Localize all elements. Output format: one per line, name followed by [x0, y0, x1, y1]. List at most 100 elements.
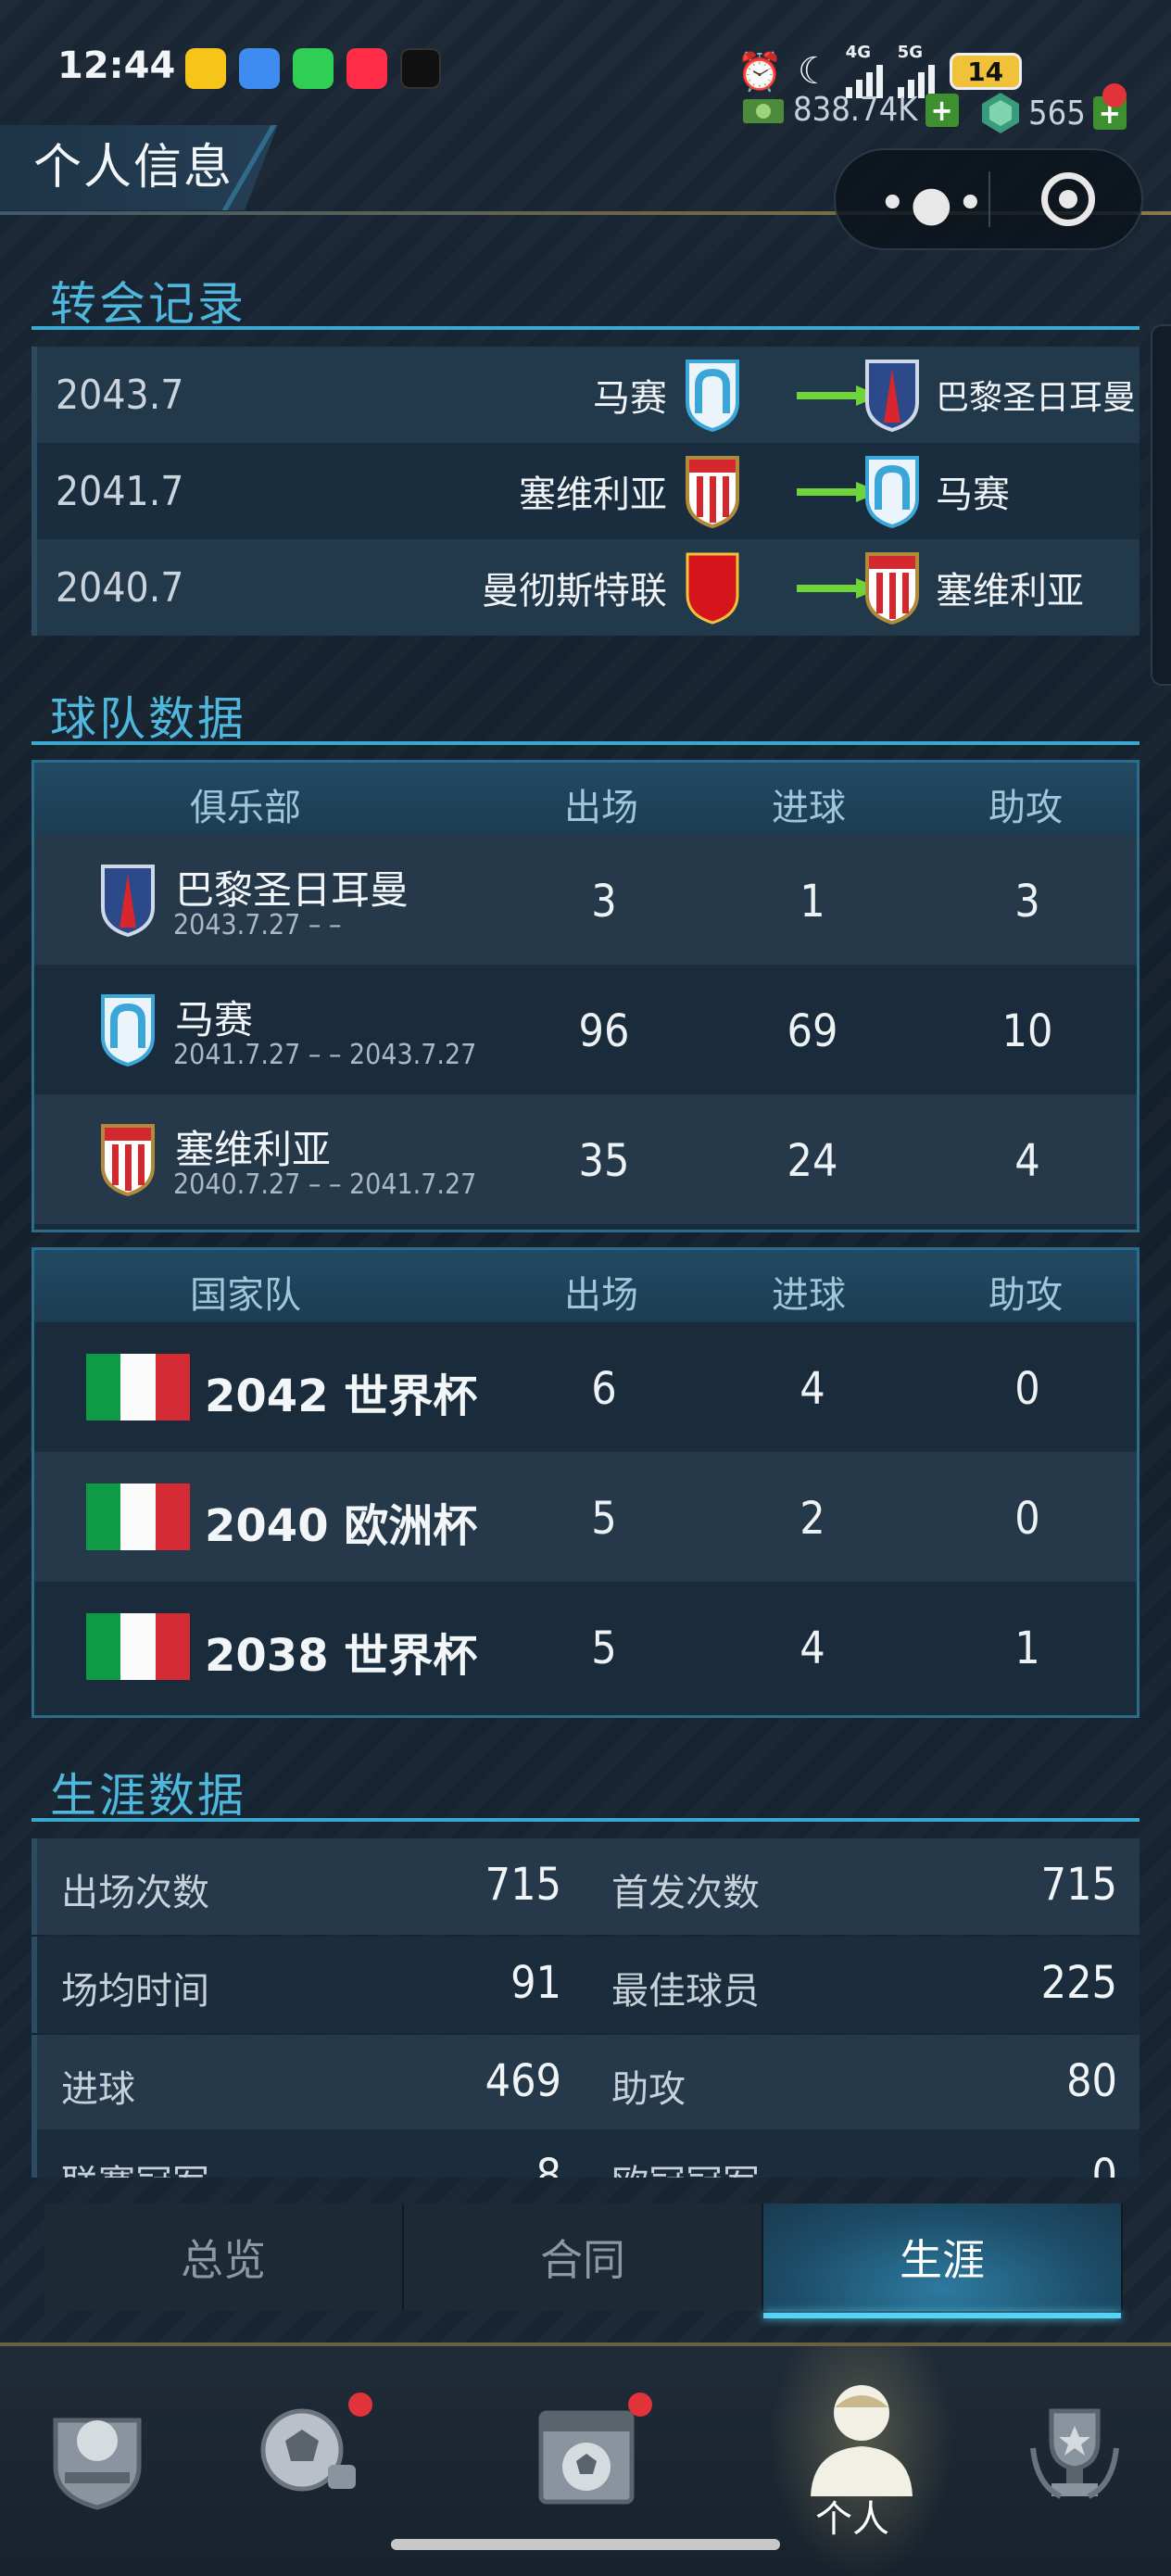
home-indicator[interactable] — [391, 2539, 780, 2550]
career-stat-cell: 助攻 80 — [587, 2035, 1134, 2131]
alarm-icon: ⏰ — [737, 50, 783, 94]
manutd-crest-icon — [686, 552, 739, 625]
career-stat-cell: 进球 469 — [31, 2035, 578, 2131]
nav-match-icon[interactable] — [239, 2383, 378, 2522]
club-assists: 3 — [1014, 876, 1040, 928]
app-icon-yellow — [185, 48, 226, 89]
national-goals: 2 — [800, 1493, 825, 1545]
tab-contract[interactable]: 合同 — [404, 2203, 763, 2311]
stat-label: 最佳球员 — [611, 1970, 760, 2013]
national-row[interactable]: 2040 欧洲杯 5 2 0 — [34, 1452, 1137, 1582]
tournament-name: 2038 世界杯 — [205, 1630, 478, 1682]
transfer-from-club: 塞维利亚 — [519, 474, 667, 516]
stat-label: 首发次数 — [611, 1872, 760, 1914]
tournament-name: 2040 欧洲杯 — [205, 1500, 478, 1552]
italy-flag-icon — [86, 1484, 190, 1550]
psg-crest-icon — [101, 865, 155, 937]
national-goals: 4 — [800, 1623, 825, 1674]
transfer-section-rule — [31, 326, 1140, 330]
stat-label: 助攻 — [611, 2068, 686, 2111]
stat-label: 联赛冠军 — [61, 2153, 209, 2178]
transfer-to-club: 马赛 — [936, 474, 1010, 516]
career-stat-cell: 联赛冠军 8 — [31, 2129, 578, 2178]
national-assists: 0 — [1014, 1363, 1040, 1415]
club-row[interactable]: 巴黎圣日耳曼 2043.7.27 – – 3 1 3 — [34, 835, 1137, 965]
transfer-date: 2043.7 — [56, 371, 184, 419]
stat-value: 0 — [1091, 2150, 1117, 2178]
club-assists: 10 — [1001, 1005, 1053, 1057]
national-assists: 1 — [1014, 1623, 1040, 1674]
transfer-row: 2041.7 塞维利亚 马赛 — [31, 443, 1140, 539]
header-club: 俱乐部 — [190, 787, 301, 829]
tournament-name: 2042 世界杯 — [205, 1370, 478, 1422]
moon-icon: ☾ — [797, 50, 831, 93]
notification-dot — [1102, 83, 1127, 107]
club-row[interactable]: 塞维利亚 2040.7.27 – – 2041.7.27 35 24 4 — [34, 1094, 1137, 1224]
national-row[interactable]: 2038 世界杯 5 4 1 — [34, 1582, 1137, 1711]
club-apps: 96 — [578, 1005, 630, 1057]
app-icon-red — [346, 48, 387, 89]
stat-value: 225 — [1040, 1957, 1117, 2009]
career-stat-row-clipped: 联赛冠军 8 欧冠冠军 0 — [31, 2122, 1140, 2178]
italy-flag-icon — [86, 1613, 190, 1680]
club-goals: 1 — [800, 876, 825, 928]
stat-label: 进球 — [61, 2068, 135, 2111]
nav-profile-label: 个人 — [815, 2498, 889, 2541]
club-apps: 35 — [578, 1135, 630, 1187]
app-icon-tiktok — [400, 48, 441, 89]
stat-label: 出场次数 — [61, 1872, 209, 1914]
stat-value: 715 — [485, 1859, 561, 1911]
more-menu-button[interactable]: •●• — [878, 176, 988, 232]
stat-value: 469 — [485, 2055, 561, 2107]
cash-currency[interactable]: 838.74K + — [741, 91, 959, 129]
nav-profile-icon[interactable] — [792, 2365, 931, 2504]
sevilla-crest-icon — [686, 456, 739, 528]
header-national-team: 国家队 — [190, 1274, 301, 1317]
club-dates: 2041.7.27 – – 2043.7.27 — [173, 1039, 477, 1071]
page-title: 个人信息 — [33, 140, 234, 196]
stat-label: 欧冠冠军 — [611, 2153, 760, 2178]
career-stat-cell: 欧冠冠军 0 — [587, 2129, 1134, 2178]
career-stat-row: 进球 469 助攻 80 — [31, 2035, 1140, 2131]
nav-trophy-icon[interactable] — [1005, 2383, 1144, 2522]
sevilla-crest-icon — [865, 552, 919, 625]
career-stat-row: 场均时间 91 最佳球员 225 — [31, 1937, 1140, 2033]
close-miniprogram-button[interactable] — [1041, 172, 1095, 226]
tab-overview[interactable]: 总览 — [44, 2203, 404, 2311]
transfer-to-club: 塞维利亚 — [936, 570, 1084, 612]
national-apps: 6 — [591, 1363, 617, 1415]
stat-label: 场均时间 — [61, 1970, 209, 2013]
club-name: 马赛 — [175, 997, 254, 1042]
stat-value: 91 — [510, 1957, 561, 2009]
club-name: 塞维利亚 — [175, 1127, 332, 1172]
career-stat-cell: 首发次数 715 — [587, 1838, 1134, 1935]
side-drawer-handle[interactable] — [1151, 324, 1171, 686]
cash-icon — [743, 98, 784, 123]
career-stat-row: 联赛冠军 8 欧冠冠军 0 — [31, 2129, 1140, 2178]
nav-club-badge-icon[interactable] — [28, 2383, 167, 2522]
transfer-from-club: 曼彻斯特联 — [482, 570, 667, 612]
add-cash-button[interactable]: + — [925, 93, 959, 128]
club-apps: 3 — [591, 876, 617, 928]
club-row[interactable]: 马赛 2041.7.27 – – 2043.7.27 96 69 10 — [34, 965, 1137, 1094]
national-table-header: 国家队 出场 进球 助攻 — [34, 1250, 1137, 1322]
psg-crest-icon — [865, 360, 919, 432]
club-stats-table: 俱乐部 出场 进球 助攻 巴黎圣日耳曼 2043.7.27 – – 3 1 3 … — [31, 760, 1140, 1232]
stat-value: 715 — [1040, 1859, 1117, 1911]
transfer-to-club: 巴黎圣日耳曼 — [936, 379, 1137, 417]
national-stats-table: 国家队 出场 进球 助攻 2042 世界杯 6 4 0 2040 欧洲杯 5 2… — [31, 1247, 1140, 1718]
career-section-rule — [31, 1818, 1140, 1822]
italy-flag-icon — [86, 1354, 190, 1421]
national-apps: 5 — [591, 1493, 617, 1545]
nav-calendar-icon[interactable] — [517, 2383, 656, 2522]
app-icon-green — [293, 48, 334, 89]
national-row[interactable]: 2042 世界杯 6 4 0 — [34, 1322, 1137, 1452]
club-dates: 2043.7.27 – – — [173, 909, 342, 941]
tab-career[interactable]: 生涯 — [763, 2203, 1123, 2318]
team-section-rule — [31, 741, 1140, 745]
header-assists: 助攻 — [988, 1274, 1063, 1317]
stat-value: 80 — [1066, 2055, 1117, 2107]
status-time: 12:44 — [57, 44, 176, 87]
club-name: 巴黎圣日耳曼 — [175, 867, 409, 913]
club-goals: 69 — [787, 1005, 838, 1057]
